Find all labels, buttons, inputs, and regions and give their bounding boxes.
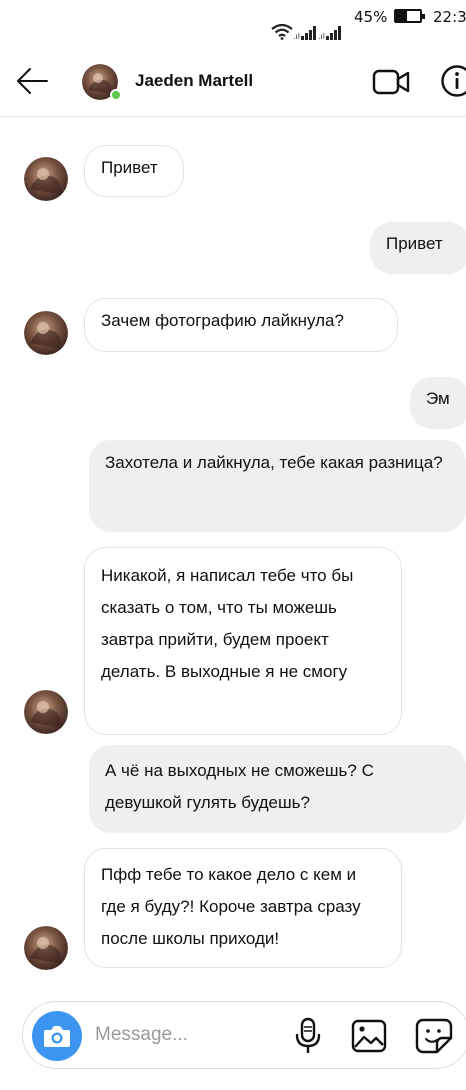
status-bar: .ıl .ıl 45% 22:3 xyxy=(0,0,466,46)
online-status-indicator xyxy=(110,89,122,101)
camera-button[interactable] xyxy=(32,1011,82,1061)
message-bubble-outgoing[interactable]: Привет xyxy=(370,222,466,274)
camera-icon xyxy=(44,1026,70,1047)
message-bubble-incoming[interactable]: Привет xyxy=(84,145,184,197)
message-input[interactable] xyxy=(95,1018,275,1052)
sender-avatar[interactable] xyxy=(24,926,68,970)
wifi-icon xyxy=(271,24,293,40)
battery-percent: 45% xyxy=(354,8,388,26)
message-bubble-incoming[interactable]: Зачем фотографию лайкнула? xyxy=(84,298,398,352)
back-arrow-icon[interactable] xyxy=(14,64,50,98)
message-bubble-incoming[interactable]: Пфф тебе то какое дело с кем и где я буд… xyxy=(84,848,402,968)
microphone-icon[interactable] xyxy=(293,1017,323,1055)
message-composer xyxy=(22,1001,466,1069)
contact-name[interactable]: Jaeden Martell xyxy=(135,71,253,91)
info-icon[interactable] xyxy=(440,64,466,98)
sender-avatar[interactable] xyxy=(24,311,68,355)
status-time: 22:3 xyxy=(433,8,466,26)
video-camera-icon[interactable] xyxy=(372,66,410,98)
message-bubble-outgoing[interactable]: Эм xyxy=(410,377,466,429)
chat-header: Jaeden Martell xyxy=(0,46,466,117)
signal-icon: .ıl xyxy=(293,26,316,41)
message-bubble-outgoing[interactable]: А чё на выходных не сможешь? С девушкой … xyxy=(89,745,466,833)
sender-avatar[interactable] xyxy=(24,157,68,201)
sender-avatar[interactable] xyxy=(24,690,68,734)
signal-icon: .ıl xyxy=(318,26,341,41)
sticker-icon[interactable] xyxy=(415,1018,453,1054)
message-bubble-incoming[interactable]: Никакой, я написал тебе что бы сказать о… xyxy=(84,547,402,735)
message-bubble-outgoing[interactable]: Захотела и лайкнула, тебе какая разница? xyxy=(89,440,466,532)
battery-icon xyxy=(394,9,425,23)
gallery-icon[interactable] xyxy=(351,1019,387,1053)
